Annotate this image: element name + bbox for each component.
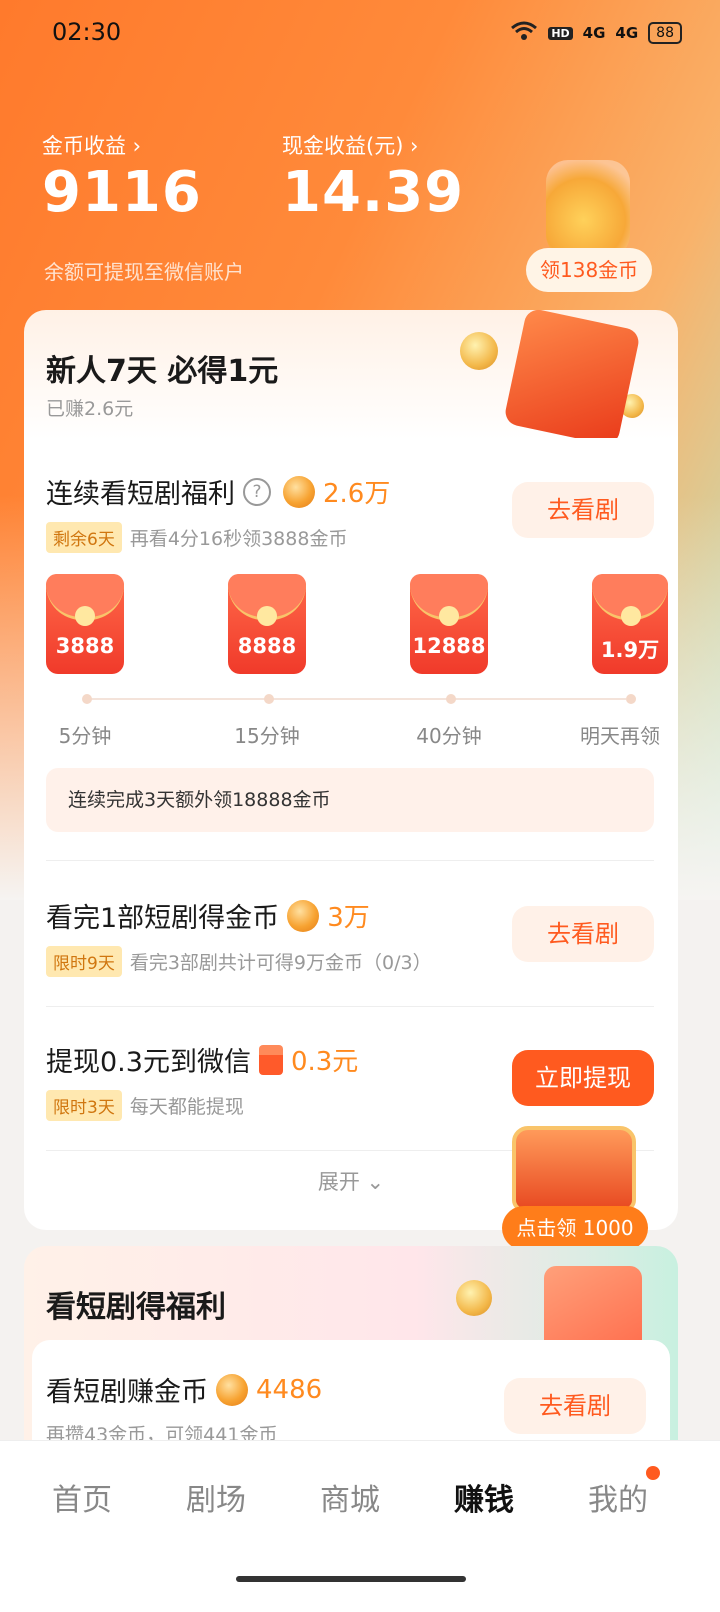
drama-task-title: 看短剧赚金币 4486 [46, 1370, 322, 1409]
coin-decoration-icon [456, 1280, 492, 1316]
task-finish-tag: 限时9天 [46, 946, 122, 977]
timeline-label: 15分钟 [234, 724, 300, 748]
divider [46, 1006, 654, 1007]
home-indicator[interactable] [236, 1576, 466, 1582]
newbie-earned: 已赚2.6元 [46, 398, 134, 420]
bottom-tab-bar: 首页 剧场 商城 赚钱 我的 [0, 1440, 720, 1612]
envelope-seal [75, 606, 95, 626]
watch-drama-button-3[interactable]: 去看剧 [504, 1378, 646, 1434]
tab-earn[interactable]: 赚钱 [424, 1475, 544, 1519]
task-title-withdraw: 提现0.3元到微信 0.3元 [46, 1040, 358, 1079]
reward-envelope[interactable]: 12888 [410, 574, 488, 674]
drama-welfare-card: 看短剧得福利 看短剧赚金币 4486 再攒43金币，可领441金币 去看剧 [24, 1246, 678, 1480]
coin-icon [287, 899, 320, 932]
task-streak-reward: 2.6万 [323, 479, 391, 509]
status-time: 02:30 [52, 18, 122, 46]
cash-earnings[interactable]: 现金收益(元) › 14.39 [282, 130, 464, 225]
battery-icon: 88 [648, 22, 682, 44]
task-finish-desc-text: 看完3部剧共计可得9万金币（0/3） [129, 952, 432, 974]
task-withdraw-tag: 限时3天 [46, 1090, 122, 1121]
status-icons: HD 4G 4G 88 [510, 20, 682, 46]
task-streak-tag: 剩余6天 [46, 522, 122, 553]
status-bar: 02:30 HD 4G 4G 88 [0, 0, 720, 64]
reward-envelope[interactable]: 1.9万 [592, 574, 668, 674]
tab-mall[interactable]: 商城 [290, 1475, 410, 1519]
claim-chest-button[interactable]: 点击领 1000 [502, 1206, 648, 1250]
help-icon[interactable]: ? [243, 477, 271, 506]
treasure-chest-icon[interactable] [512, 1126, 636, 1212]
tab-mine[interactable]: 我的 [558, 1475, 678, 1519]
signal-icon: 4G [582, 24, 606, 42]
envelope-amount: 3888 [55, 634, 115, 658]
drama-welfare-title: 看短剧得福利 [46, 1290, 226, 1325]
timeline-dot [264, 694, 274, 704]
withdraw-hint: 余额可提现至微信账户 [44, 260, 244, 284]
cash-earnings-label: 现金收益(元) › [282, 134, 419, 158]
task-streak-desc-text: 再看4分16秒领3888金币 [129, 528, 348, 550]
coin-icon [216, 1373, 248, 1406]
timeline-dot [446, 694, 456, 704]
coin-jar-icon [546, 160, 630, 260]
notification-dot [646, 1466, 660, 1480]
timeline-label: 40分钟 [416, 724, 482, 748]
coin-earnings-value: 9116 [42, 160, 202, 225]
red-packet-small-icon [258, 1044, 283, 1075]
envelope-seal [439, 606, 459, 626]
coin-icon [283, 475, 315, 508]
watch-drama-button[interactable]: 去看剧 [512, 482, 654, 538]
coin-earnings-label: 金币收益 › [42, 134, 142, 158]
drama-task-reward: 4486 [256, 1374, 323, 1405]
withdraw-now-button[interactable]: 立即提现 [512, 1050, 654, 1106]
task-withdraw-reward: 0.3元 [290, 1047, 359, 1077]
hd-icon: HD [548, 26, 573, 40]
coin-earnings[interactable]: 金币收益 › 9116 [42, 130, 202, 225]
divider [46, 860, 654, 861]
timeline-dot [82, 694, 92, 704]
tab-home[interactable]: 首页 [22, 1475, 142, 1519]
task-withdraw-desc: 限时3天 每天都能提现 [46, 1090, 244, 1121]
task-finish-desc: 限时9天 看完3部剧共计可得9万金币（0/3） [46, 946, 432, 977]
newbie-title: 新人7天 必得1元 [46, 354, 279, 389]
timeline-dot [626, 694, 636, 704]
reward-envelope[interactable]: 8888 [228, 574, 306, 674]
newbie-card: 新人7天 必得1元 已赚2.6元 连续看短剧福利 ? 2.6万 剩余6天 再看4… [24, 307, 678, 1230]
wifi-icon [510, 20, 538, 46]
task-title-finish: 看完1部短剧得金币 3万 [46, 896, 370, 935]
task-streak-label: 连续看短剧福利 [46, 479, 235, 510]
reward-envelope[interactable]: 3888 [46, 574, 124, 674]
task-streak-desc: 剩余6天 再看4分16秒领3888金币 [46, 522, 347, 553]
task-title-streak: 连续看短剧福利 ? 2.6万 [46, 472, 390, 511]
watch-drama-button-2[interactable]: 去看剧 [512, 906, 654, 962]
envelope-amount: 1.9万 [600, 638, 660, 662]
red-packet-icon [503, 307, 641, 447]
timeline-label: 5分钟 [58, 724, 112, 748]
task-panel: 连续看短剧福利 ? 2.6万 剩余6天 再看4分16秒领3888金币 去看剧 3… [34, 438, 668, 1228]
task-withdraw-label: 提现0.3元到微信 [46, 1047, 251, 1078]
streak-bonus-banner: 连续完成3天额外领18888金币 [46, 768, 654, 832]
tab-theater[interactable]: 剧场 [156, 1475, 276, 1519]
drama-task-label: 看短剧赚金币 [46, 1377, 208, 1408]
timeline-label: 明天再领 [580, 724, 660, 748]
envelope-seal [621, 606, 641, 626]
envelope-amount: 12888 [412, 634, 486, 658]
signal-icon-2: 4G [615, 24, 639, 42]
task-finish-reward: 3万 [327, 903, 370, 933]
claim-coins-button[interactable]: 领138金币 [526, 248, 653, 292]
cash-earnings-value: 14.39 [282, 160, 465, 225]
timeline-track [86, 698, 626, 700]
task-finish-label: 看完1部短剧得金币 [46, 903, 280, 934]
envelope-seal [257, 606, 277, 626]
envelope-amount: 8888 [237, 634, 297, 658]
coin-decoration-icon [460, 332, 498, 370]
task-withdraw-desc-text: 每天都能提现 [129, 1096, 244, 1118]
